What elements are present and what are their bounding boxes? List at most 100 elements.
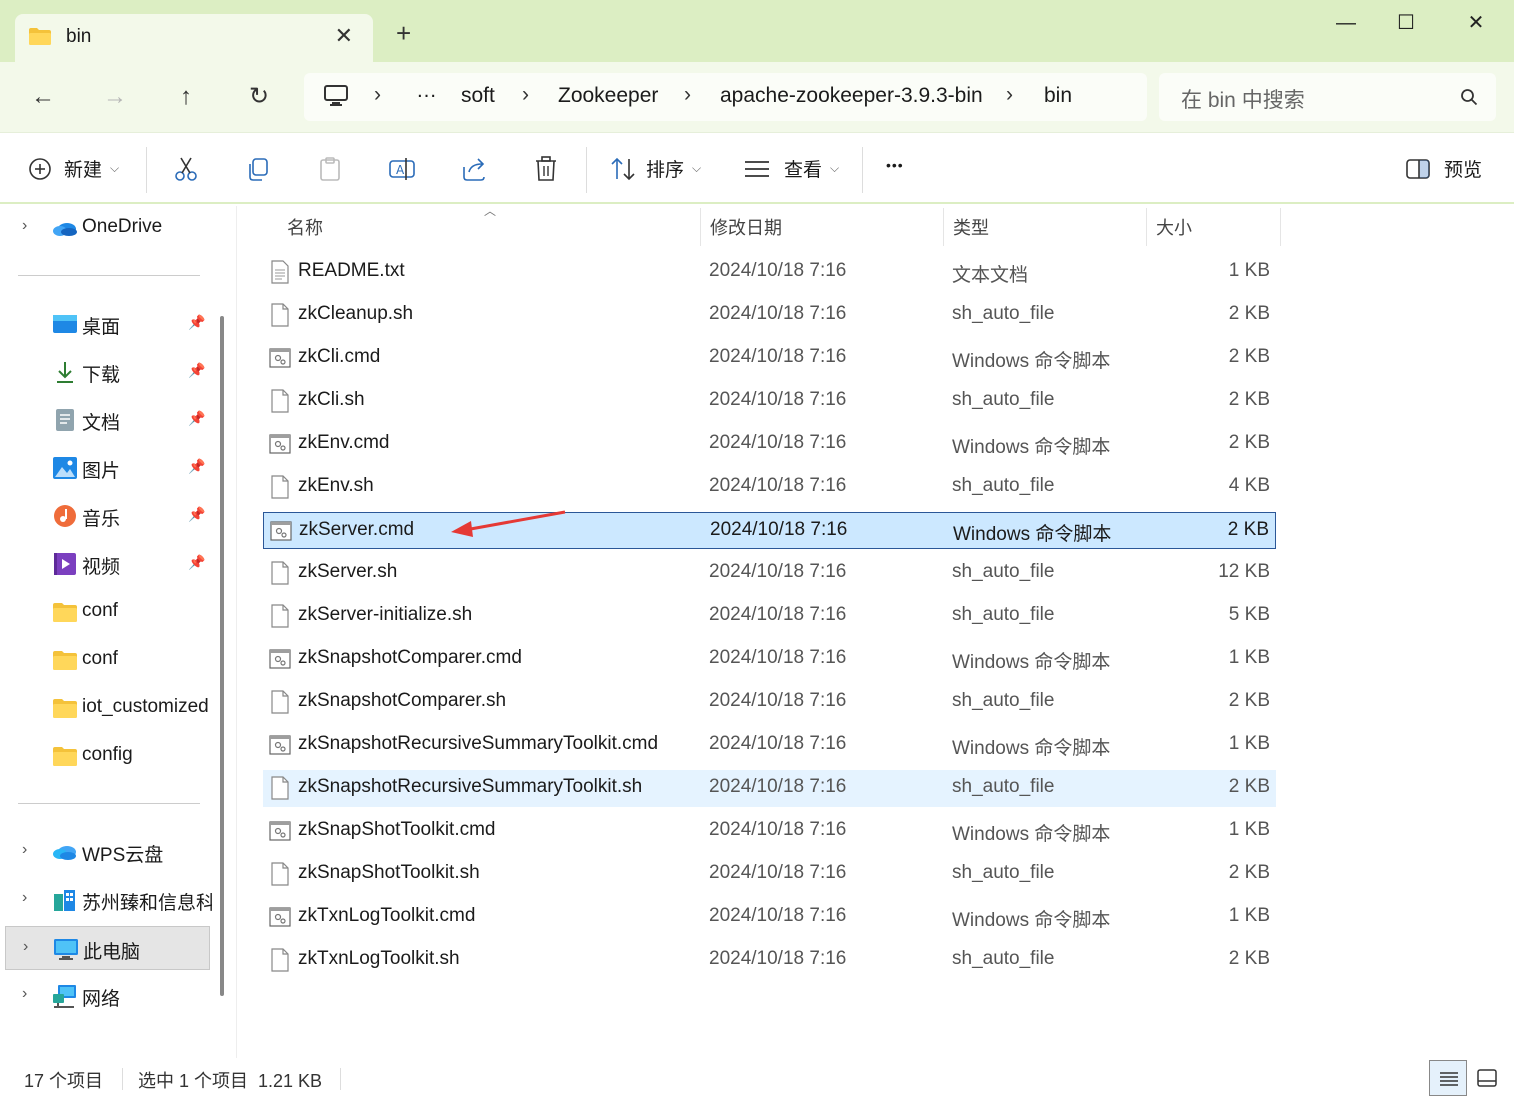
copy-icon[interactable] [244,155,272,183]
generic-file-icon [269,561,291,585]
delete-icon[interactable] [532,155,560,183]
chevron-right-icon[interactable]: › [23,938,28,956]
file-date: 2024/10/18 7:16 [709,690,847,711]
refresh-button[interactable]: ↻ [242,80,276,114]
file-row[interactable]: zkCli.sh 2024/10/18 7:16 sh_auto_file 2 KB [263,383,1276,420]
breadcrumb-soft[interactable]: soft [461,84,495,108]
address-bar[interactable]: › … soft › Zookeeper › apache-zookeeper-… [304,73,1147,121]
file-row[interactable]: zkSnapShotToolkit.cmd 2024/10/18 7:16 Wind… [263,813,1276,850]
breadcrumb-apache-zookeeper[interactable]: apache-zookeeper-3.9.3-bin [720,84,983,108]
breadcrumb-zookeeper[interactable]: Zookeeper [558,84,658,108]
cut-icon[interactable] [172,155,200,183]
pin-icon[interactable]: 📌 [188,314,205,331]
pin-icon[interactable]: 📌 [188,410,205,427]
generic-file-icon [269,475,291,499]
sidebar-item-onedrive[interactable]: › OneDrive [0,206,212,250]
sidebar-item-network[interactable]: › 网络 [0,974,212,1018]
sidebar-item-org[interactable]: › 苏州臻和信息科 [0,878,212,922]
column-separator[interactable] [943,208,944,246]
cmd-script-icon [269,733,291,757]
sidebar-item-cloud[interactable]: › WPS云盘 [0,830,212,874]
file-row[interactable]: zkEnv.sh 2024/10/18 7:16 sh_auto_file 4 KB [263,469,1276,506]
sidebar-item-item[interactable]: 视频 📌 [0,542,212,586]
file-row[interactable]: zkServer-initialize.sh 2024/10/18 7:16 sh_… [263,598,1276,635]
pin-icon[interactable]: 📌 [188,554,205,571]
forward-button[interactable]: → [98,80,132,114]
sidebar-item-item[interactable]: 桌面 📌 [0,302,212,346]
status-divider [122,1068,123,1090]
column-separator[interactable] [1146,208,1147,246]
status-bar: 17 个项目 选中 1 个项目 1.21 KB [0,1058,1514,1098]
file-row[interactable]: zkSnapshotComparer.sh 2024/10/18 7:16 sh_a… [263,684,1276,721]
chevron-right-icon[interactable]: › [22,889,27,907]
file-size: 2 KB [1228,389,1270,410]
column-header-size[interactable]: 大小 [1156,214,1192,240]
sidebar-item-item[interactable]: 文档 📌 [0,398,212,442]
file-row[interactable]: zkServer.cmd 2024/10/18 7:16 Windows 命令脚本 2… [263,512,1276,549]
file-row[interactable]: zkTxnLogToolkit.sh 2024/10/18 7:16 sh_auto… [263,942,1276,979]
search-input[interactable]: 在 bin 中搜索 [1159,73,1496,121]
column-header-date[interactable]: 修改日期 [710,214,782,240]
sidebar-scrollbar[interactable] [220,316,224,996]
sidebar-item-item[interactable]: 图片 📌 [0,446,212,490]
close-button[interactable]: ✕ [1446,8,1506,38]
column-header-type[interactable]: 类型 [953,214,989,240]
column-separator[interactable] [1280,208,1281,246]
file-row[interactable]: zkServer.sh 2024/10/18 7:16 sh_auto_file 12… [263,555,1276,592]
file-row[interactable]: zkTxnLogToolkit.cmd 2024/10/18 7:16 Window… [263,899,1276,936]
tiles-view-button[interactable] [1469,1060,1507,1096]
sidebar-item-iot-customized[interactable]: iot_customized [0,686,212,730]
rename-icon[interactable]: A [388,155,416,183]
folder-icon [52,744,78,768]
file-row[interactable]: README.txt 2024/10/18 7:16 文本文档 1 KB [263,254,1276,291]
file-row[interactable]: zkSnapshotComparer.cmd 2024/10/18 7:16 Win… [263,641,1276,678]
tab-close-button[interactable]: ✕ [335,23,353,49]
file-date: 2024/10/18 7:16 [709,346,847,367]
sidebar-item-conf[interactable]: conf [0,638,212,682]
cloud-icon [52,840,78,864]
pane-divider[interactable] [236,206,237,1058]
pin-icon[interactable]: 📌 [188,458,205,475]
file-name: zkSnapshotComparer.sh [298,690,507,711]
file-row[interactable]: zkEnv.cmd 2024/10/18 7:16 Windows 命令脚本 2 KB [263,426,1276,463]
new-tab-button[interactable]: + [396,20,411,46]
file-date: 2024/10/18 7:16 [710,519,848,540]
new-button[interactable]: 新建 ⌵ [28,155,119,182]
breadcrumb-bin[interactable]: bin [1044,84,1072,108]
up-button[interactable]: ↑ [169,80,203,114]
breadcrumb-separator: › [522,83,529,106]
maximize-button[interactable]: ☐ [1376,8,1436,38]
details-view-button[interactable] [1429,1060,1467,1096]
more-options-button[interactable]: ••• [886,157,904,173]
search-icon[interactable] [1460,88,1478,106]
sidebar-item-config[interactable]: config [0,734,212,778]
generic-file-icon [269,862,291,886]
file-row[interactable]: zkSnapshotRecursiveSummaryToolkit.cmd 202… [263,727,1276,764]
chevron-right-icon[interactable]: › [22,985,27,1003]
file-row[interactable]: zkSnapShotToolkit.sh 2024/10/18 7:16 sh_au… [263,856,1276,893]
sort-button[interactable]: 排序 ⌵ [610,155,701,182]
file-row[interactable]: zkSnapshotRecursiveSummaryToolkit.sh 2024… [263,770,1276,807]
preview-button[interactable]: 预览 [1406,155,1482,182]
breadcrumb-overflow[interactable]: … [416,79,437,103]
pin-icon[interactable]: 📌 [188,362,205,379]
chevron-right-icon[interactable]: › [22,841,27,859]
file-size: 1 KB [1228,647,1270,668]
sidebar-item-item[interactable]: 下载 📌 [0,350,212,394]
file-row[interactable]: zkCleanup.sh 2024/10/18 7:16 sh_auto_file 2… [263,297,1276,334]
view-button[interactable]: 查看 ⌵ [744,155,839,182]
tab-bin[interactable]: bin ✕ [15,14,373,62]
chevron-right-icon[interactable]: › [22,217,27,235]
pin-icon[interactable]: 📌 [188,506,205,523]
sidebar-item-conf[interactable]: conf [0,590,212,634]
paste-icon[interactable] [316,155,344,183]
sidebar-item-this-pc[interactable]: › 此电脑 [5,926,210,970]
sidebar-item-label: 网络 [82,989,121,1010]
share-icon[interactable] [460,155,488,183]
column-separator[interactable] [700,208,701,246]
back-button[interactable]: ← [26,80,60,114]
column-header-name[interactable]: 名称 [287,214,323,240]
sidebar-item-item[interactable]: 音乐 📌 [0,494,212,538]
minimize-button[interactable]: — [1316,8,1376,38]
file-row[interactable]: zkCli.cmd 2024/10/18 7:16 Windows 命令脚本 2 KB [263,340,1276,377]
